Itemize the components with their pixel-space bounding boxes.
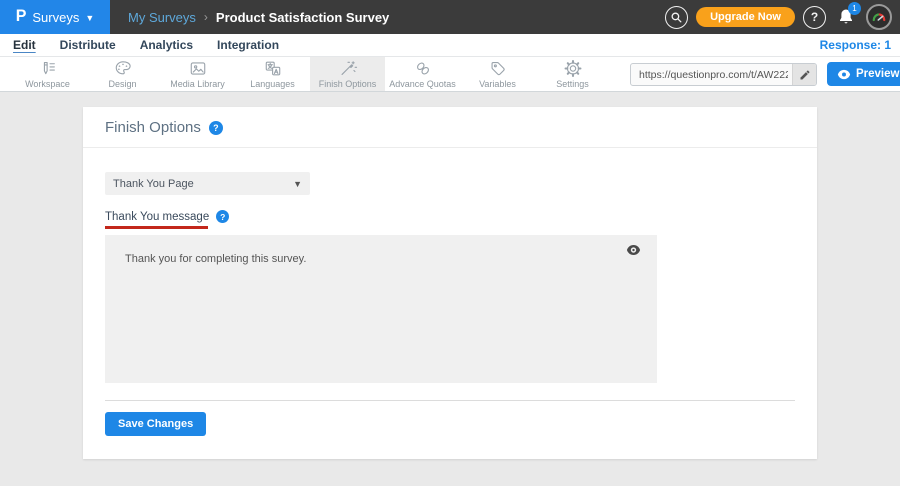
help-button[interactable]: ? bbox=[803, 6, 826, 29]
toolbar-tab-finish-options[interactable]: Finish Options bbox=[310, 57, 385, 91]
toolbar-tab-label: Finish Options bbox=[319, 79, 377, 89]
survey-url-input[interactable] bbox=[631, 69, 792, 81]
toolbar-tab-label: Workspace bbox=[25, 79, 70, 89]
breadcrumb: My Surveys › Product Satisfaction Survey bbox=[128, 10, 389, 25]
chevron-down-icon: ▼ bbox=[293, 179, 302, 189]
message-label-row: Thank You message ? bbox=[105, 210, 817, 223]
toolbar-tab-advance-quotas[interactable]: Advance Quotas bbox=[385, 57, 460, 91]
edit-url-button[interactable] bbox=[792, 63, 816, 86]
card-title-row: Finish Options ? bbox=[83, 107, 817, 148]
workspace-icon bbox=[38, 59, 58, 78]
image-icon bbox=[188, 59, 208, 78]
tab-analytics[interactable]: Analytics bbox=[140, 38, 193, 52]
questionpro-logo-icon: P bbox=[16, 8, 27, 27]
tab-integration[interactable]: Integration bbox=[217, 38, 279, 52]
toolbar-tab-label: Design bbox=[108, 79, 136, 89]
message-help-icon[interactable]: ? bbox=[216, 210, 229, 223]
save-changes-button[interactable]: Save Changes bbox=[105, 412, 206, 436]
eye-icon bbox=[837, 69, 851, 80]
gear-icon bbox=[563, 59, 583, 78]
chain-link-icon bbox=[413, 59, 433, 78]
card-body: Thank You Page ▼ Thank You message ? Tha… bbox=[83, 172, 817, 436]
toolbar-tab-workspace[interactable]: Workspace bbox=[10, 57, 85, 91]
top-bar: P Surveys ▼ My Surveys › Product Satisfa… bbox=[0, 0, 900, 34]
product-menu-label: Surveys bbox=[32, 10, 79, 25]
tab-edit[interactable]: Edit bbox=[13, 38, 36, 52]
toolbar-tab-media-library[interactable]: Media Library bbox=[160, 57, 235, 91]
page-background: Finish Options ? Thank You Page ▼ Thank … bbox=[0, 92, 900, 486]
finish-options-card: Finish Options ? Thank You Page ▼ Thank … bbox=[83, 107, 817, 459]
response-count[interactable]: Response: 1 bbox=[820, 38, 891, 52]
gauge-icon bbox=[870, 8, 888, 26]
account-avatar[interactable] bbox=[866, 4, 892, 30]
toolbar-tab-label: Settings bbox=[556, 79, 589, 89]
toolbar-tab-design[interactable]: Design bbox=[85, 57, 160, 91]
magic-wand-icon bbox=[338, 59, 358, 78]
tab-distribute[interactable]: Distribute bbox=[60, 38, 116, 52]
toolbar-tab-languages[interactable]: Languages bbox=[235, 57, 310, 91]
finish-type-dropdown[interactable]: Thank You Page ▼ bbox=[105, 172, 310, 195]
toolbar-tab-label: Variables bbox=[479, 79, 516, 89]
breadcrumb-my-surveys[interactable]: My Surveys bbox=[128, 10, 196, 25]
toolbar-tab-settings[interactable]: Settings bbox=[535, 57, 610, 91]
notification-count-badge: 1 bbox=[848, 2, 861, 15]
toolbar-tab-label: Languages bbox=[250, 79, 295, 89]
section-divider bbox=[105, 400, 795, 401]
toolbar-tab-variables[interactable]: Variables bbox=[460, 57, 535, 91]
product-menu[interactable]: P Surveys ▼ bbox=[0, 0, 110, 34]
toolbar-tabs: Workspace Design Media Library bbox=[10, 57, 610, 91]
breadcrumb-survey-name: Product Satisfaction Survey bbox=[216, 10, 389, 25]
edit-toolbar: Workspace Design Media Library bbox=[0, 57, 900, 92]
upgrade-now-button[interactable]: Upgrade Now bbox=[696, 7, 795, 27]
pencil-icon bbox=[799, 69, 811, 81]
page-title: Finish Options bbox=[105, 120, 201, 136]
preview-button[interactable]: Preview bbox=[827, 62, 900, 86]
notifications-button[interactable]: 1 bbox=[834, 4, 858, 30]
survey-url-field bbox=[630, 63, 817, 86]
thank-you-message-text: Thank you for completing this survey. bbox=[125, 253, 306, 265]
search-button[interactable] bbox=[665, 6, 688, 29]
thank-you-message-editor[interactable]: Thank you for completing this survey. bbox=[105, 235, 657, 383]
breadcrumb-separator: › bbox=[204, 10, 208, 24]
preview-button-label: Preview bbox=[856, 68, 899, 80]
design-palette-icon bbox=[113, 59, 133, 78]
toolbar-tab-label: Advance Quotas bbox=[389, 79, 456, 89]
finish-type-dropdown-value: Thank You Page bbox=[113, 178, 293, 190]
translate-icon bbox=[263, 59, 283, 78]
title-help-icon[interactable]: ? bbox=[209, 121, 223, 135]
survey-nav: Edit Distribute Analytics Integration Re… bbox=[0, 34, 900, 57]
annotation-underline bbox=[105, 226, 208, 229]
topbar-actions: Upgrade Now ? 1 bbox=[665, 0, 892, 34]
editor-eye-icon[interactable] bbox=[626, 244, 641, 256]
search-icon bbox=[670, 11, 683, 24]
chevron-down-icon: ▼ bbox=[85, 13, 94, 23]
toolbar-tab-label: Media Library bbox=[170, 79, 225, 89]
tag-icon bbox=[488, 59, 508, 78]
message-label: Thank You message bbox=[105, 211, 209, 223]
question-mark-icon: ? bbox=[811, 10, 818, 24]
